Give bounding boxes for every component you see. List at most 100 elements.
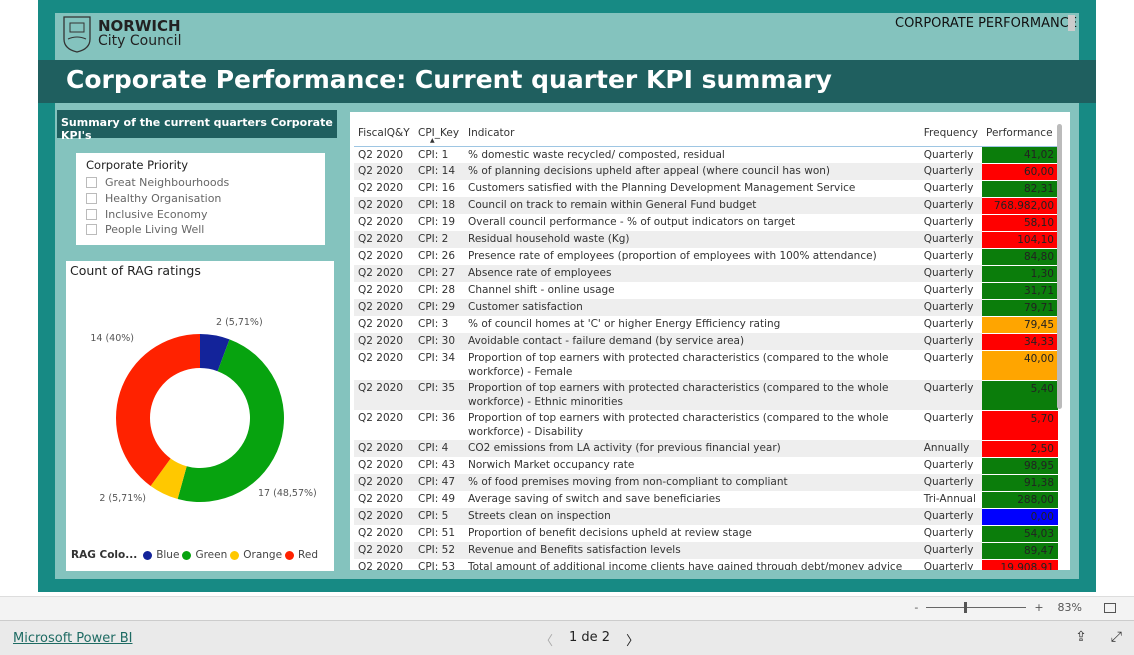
fiscal-cell: Q2 2020 — [358, 182, 404, 194]
zoom-slider[interactable] — [926, 602, 1027, 613]
legend-dot — [230, 550, 240, 560]
checkbox[interactable] — [86, 208, 97, 220]
table-row[interactable]: Q2 2020 CPI: 14% of planning decisions up… — [354, 163, 1058, 181]
frequency-cell: Quarterly — [923, 459, 974, 471]
table-row[interactable]: Q2 2020 CPI: 3 % of council homes at 'C' o… — [354, 316, 1058, 334]
indicator-cell: Residual household waste (Kg) — [464, 231, 920, 248]
slicer-option[interactable]: People Living Well — [86, 222, 315, 238]
cpi-key-cell: CPI: 2 — [414, 231, 464, 248]
performance-cell: 91,38 — [982, 474, 1058, 492]
option-label: Healthy Organisation — [105, 192, 222, 206]
table-row[interactable]: Q2 2020 CPI: 30 Avoidable contact - failur… — [354, 333, 1058, 351]
previous-page-button[interactable]: 〈 — [540, 630, 553, 649]
cpi-key-cell: CPI: 26 — [418, 250, 455, 262]
fit-to-page-icon[interactable] — [1104, 602, 1116, 613]
legend-item[interactable]: Green — [195, 549, 227, 561]
indicator-cell: Norwich Market occupancy rate — [468, 459, 635, 471]
performance-cell: 98,95 — [982, 457, 1058, 475]
zoom-bar: - + 83% — [0, 596, 1134, 620]
cpi-key-cell: CPI: 52 — [414, 542, 464, 559]
indicator-cell: Customers satisfied with the Planning De… — [468, 182, 856, 194]
legend-item[interactable]: Orange — [243, 549, 282, 561]
zoom-out-button[interactable]: - — [914, 601, 918, 614]
power-bi-link[interactable]: Microsoft Power BI — [13, 631, 132, 646]
zoom-slider-handle[interactable] — [964, 602, 968, 613]
frequency-cell: Quarterly — [923, 182, 974, 194]
table-row[interactable]: Q2 2020 CPI: 52 Revenue and Benefits satis… — [354, 542, 1058, 560]
table-row[interactable]: Q2 2020 CPI: 18 Council on track to remain… — [354, 197, 1058, 215]
next-page-button[interactable]: 〉 — [626, 630, 639, 649]
table-scrollbar[interactable] — [1057, 124, 1062, 409]
table-row[interactable]: Q2 2020 CPI: 49 Average saving of switch a… — [354, 491, 1058, 509]
performance-cell: 5,70 — [982, 410, 1058, 441]
column-header[interactable]: Frequency — [919, 120, 982, 147]
frequency-cell: Quarterly — [919, 508, 982, 525]
checkbox[interactable] — [86, 224, 97, 236]
donut-slice-red[interactable] — [116, 334, 200, 486]
share-icon[interactable]: ⇪ — [1075, 629, 1087, 645]
fiscal-cell: Q2 2020 — [354, 440, 414, 457]
performance-cell: 79,71 — [982, 299, 1058, 317]
page-label-marker — [1068, 15, 1075, 31]
legend-item[interactable]: Blue — [156, 549, 179, 561]
frequency-cell: Annually — [919, 440, 982, 457]
slicer-option[interactable]: Great Neighbourhoods — [86, 175, 315, 191]
performance-cell: 104,10 — [982, 231, 1058, 249]
cpi-key-cell: CPI: 43 — [418, 459, 455, 471]
table-row[interactable]: Q2 2020 CPI: 53 Total amount of additional… — [354, 559, 1058, 570]
table-row[interactable]: Q2 2020 CPI: 26 Presence rate of employees… — [354, 248, 1058, 266]
cpi-key-cell: CPI: 18 — [414, 197, 464, 214]
fiscal-cell: Q2 2020 — [358, 216, 404, 228]
table-row[interactable]: Q2 2020 CPI: 47% of food premises moving … — [354, 474, 1058, 492]
cpi-key-cell: CPI: 29 — [414, 299, 464, 316]
cpi-key-cell: CPI: 30 — [414, 333, 464, 350]
slicer-option[interactable]: Healthy Organisation — [86, 191, 315, 207]
cpi-key-cell: CPI: 51 — [418, 527, 455, 539]
table-row[interactable]: Q2 2020 CPI: 51 Proportion of benefit deci… — [354, 525, 1058, 543]
frequency-cell: Quarterly — [919, 197, 982, 214]
column-header[interactable]: Performance — [982, 120, 1058, 147]
crest-icon — [63, 16, 91, 53]
frequency-cell: Quarterly — [923, 250, 974, 262]
fiscal-cell: Q2 2020 — [358, 527, 404, 539]
indicator-cell: Channel shift - online usage — [468, 284, 615, 296]
table-row[interactable]: Q2 2020 CPI: 27 Absence rate of employees Q… — [354, 265, 1058, 283]
table-row[interactable]: Q2 2020 CPI: 4 CO2 emissions from LA activ… — [354, 440, 1058, 458]
option-label: Great Neighbourhoods — [105, 176, 230, 190]
column-header[interactable]: CPI_Key ▲ — [414, 120, 464, 147]
table-row[interactable]: Q2 2020 CPI: 35 Proportion of top earners … — [354, 380, 1058, 411]
table-row[interactable]: Q2 2020 CPI: 34 Proportion of top earners … — [354, 350, 1058, 381]
zoom-in-button[interactable]: + — [1034, 601, 1043, 614]
frequency-cell: Quarterly — [923, 561, 974, 570]
legend-dot — [143, 550, 153, 560]
frequency-cell: Quarterly — [919, 333, 982, 350]
table-row[interactable]: Q2 2020 CPI: 29 Customer satisfaction Quart… — [354, 299, 1058, 317]
donut-chart: 2 (5,71%) 17 (48,57%) 2 (5,71%) 14 (40%) — [90, 317, 316, 504]
fullscreen-icon[interactable]: ⤢ — [1111, 629, 1122, 645]
frequency-cell: Quarterly — [923, 284, 974, 296]
table-row[interactable]: Q2 2020 CPI: 16 Customers satisfied with t… — [354, 180, 1058, 198]
performance-cell: 89,47 — [982, 542, 1058, 560]
checkbox[interactable] — [86, 177, 97, 189]
table-row[interactable]: Q2 2020 CPI: 2 Residual household waste (K… — [354, 231, 1058, 249]
table-row[interactable]: Q2 2020 CPI: 1 % domestic waste recycled/ … — [354, 146, 1058, 164]
performance-cell: 58,10 — [982, 214, 1058, 232]
slicer-option[interactable]: Inclusive Economy — [86, 206, 315, 222]
table-row[interactable]: Q2 2020 CPI: 28 Channel shift - online usa… — [354, 282, 1058, 300]
table-row[interactable]: Q2 2020 CPI: 43 Norwich Market occupancy r… — [354, 457, 1058, 475]
table-row[interactable]: Q2 2020 CPI: 5 Streets clean on inspection… — [354, 508, 1058, 526]
checkbox[interactable] — [86, 193, 97, 205]
fiscal-cell: Q2 2020 — [358, 148, 404, 161]
column-header[interactable]: Indicator — [464, 120, 920, 147]
column-header[interactable]: FiscalQ&Y — [354, 120, 414, 147]
table-row[interactable]: Q2 2020 CPI: 19 Overall council performanc… — [354, 214, 1058, 232]
table-row[interactable]: Q2 2020 CPI: 36 Proportion of top earners … — [354, 410, 1058, 441]
frequency-cell: Quarterly — [923, 148, 974, 161]
legend-item[interactable]: Red — [298, 549, 318, 561]
cpi-key-cell: CPI: 14 — [414, 163, 464, 180]
performance-cell: 54,03 — [982, 525, 1058, 543]
fiscal-cell: Q2 2020 — [358, 493, 404, 505]
indicator-cell: CO2 emissions from LA activity (for prev… — [464, 440, 920, 457]
indicator-cell: Overall council performance - % of outpu… — [468, 216, 796, 228]
fiscal-cell: Q2 2020 — [358, 561, 404, 570]
